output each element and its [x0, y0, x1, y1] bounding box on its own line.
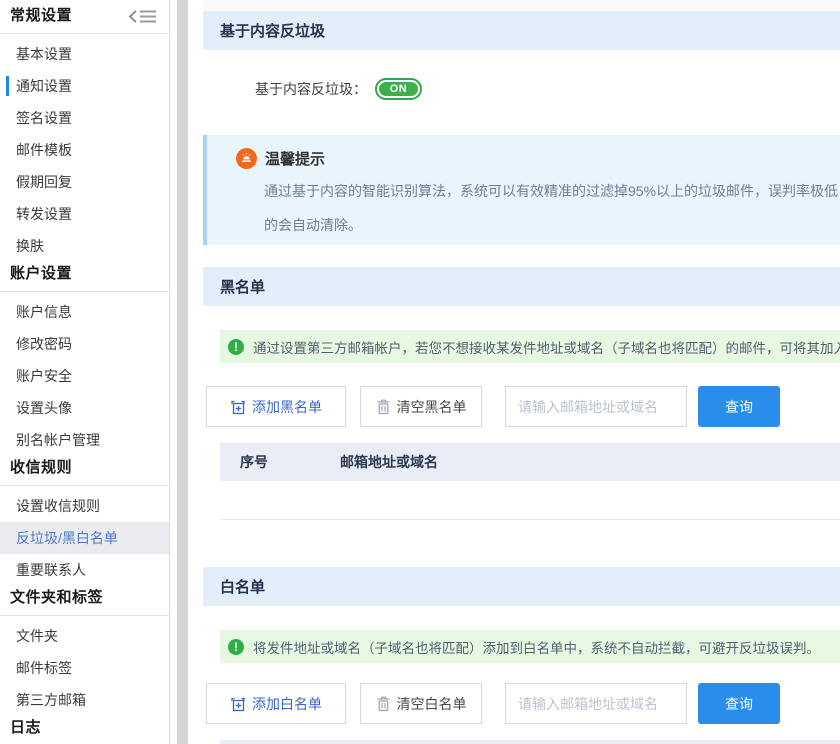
blacklist-search-input[interactable]: [505, 386, 687, 427]
sidebar-item-basic-settings[interactable]: 基本设置: [0, 38, 169, 70]
content-spam-toggle-label: 基于内容反垃圾：: [255, 79, 367, 99]
whitelist-title: 白名单: [220, 576, 265, 597]
section-title-account: 账户设置: [10, 262, 72, 286]
sidebar-item-alias-account[interactable]: 别名帐户管理: [0, 424, 169, 456]
content-spam-toggle[interactable]: ON: [375, 78, 422, 100]
trash-icon: [376, 696, 391, 712]
sidebar-section-general: 常规设置: [0, 4, 169, 28]
toggle-state-text: ON: [390, 83, 408, 95]
settings-sidebar: 常规设置 基本设置 通知设置 签名设置 邮件模板 假期回复 转发设置 换肤 账户…: [0, 0, 170, 744]
divider: [0, 291, 169, 292]
blue-indicator-bar: [6, 76, 9, 96]
add-blacklist-label: 添加黑名单: [252, 397, 322, 417]
blacklist-section-header: 黑名单: [203, 267, 840, 306]
add-whitelist-label: 添加白名单: [252, 694, 322, 714]
sidebar-section-folders-labels: 文件夹和标签: [0, 586, 169, 610]
blacklist-table-header: 序号 邮箱地址或域名: [220, 443, 840, 481]
blacklist-query-button[interactable]: 查询: [698, 386, 780, 427]
clear-blacklist-button[interactable]: 清空黑名单: [360, 386, 482, 427]
siren-icon: [240, 152, 253, 165]
blacklist-notice-text: 通过设置第三方邮箱帐户，若您不想接收某发件地址或域名（子域名也将匹配）的邮件，可…: [253, 337, 840, 357]
blacklist-notice: ! 通过设置第三方邮箱帐户，若您不想接收某发件地址或域名（子域名也将匹配）的邮件…: [220, 330, 840, 363]
warm-tip-header: 温馨提示: [236, 148, 325, 169]
whitelist-query-button[interactable]: 查询: [698, 683, 780, 724]
sidebar-collapse-icon[interactable]: [129, 9, 157, 24]
sidebar-item-notification-settings[interactable]: 通知设置: [0, 70, 169, 102]
whitelist-search-input[interactable]: [505, 683, 687, 724]
warm-tip-box: 温馨提示 通过基于内容的智能识别算法，系统可以有效精准的过滤掉95%以上的垃圾邮…: [203, 135, 840, 245]
sidebar-scrollbar[interactable]: [177, 0, 188, 744]
whitelist-notice-text: 将发件地址或域名（子域名也将匹配）添加到白名单中，系统不自动拦截，可避开反垃圾误…: [253, 637, 820, 657]
toggle-on-pill: ON: [379, 82, 418, 96]
sidebar-item-receive-rule-settings[interactable]: 设置收信规则: [0, 490, 169, 522]
add-whitelist-button[interactable]: 添加白名单: [206, 683, 346, 724]
sidebar-item-signature-settings[interactable]: 签名设置: [0, 102, 169, 134]
clear-blacklist-label: 清空黑名单: [397, 397, 467, 417]
sidebar-item-mail-template[interactable]: 邮件模板: [0, 134, 169, 166]
sidebar-item-mail-labels[interactable]: 邮件标签: [0, 652, 169, 684]
add-list-icon: [230, 399, 246, 415]
warm-tip-text-line1: 通过基于内容的智能识别算法，系统可以有效精准的过滤掉95%以上的垃圾邮件，误判率…: [264, 181, 840, 201]
sidebar-item-third-party-mailbox[interactable]: 第三方邮箱: [0, 684, 169, 716]
sidebar-item-folders[interactable]: 文件夹: [0, 620, 169, 652]
clear-whitelist-button[interactable]: 清空白名单: [360, 683, 482, 724]
clear-whitelist-label: 清空白名单: [397, 694, 467, 714]
sidebar-section-receive-rules: 收信规则: [0, 456, 169, 480]
sidebar-item-skin[interactable]: 换肤: [0, 230, 169, 262]
section-title-receive-rules: 收信规则: [10, 456, 72, 480]
divider: [0, 485, 169, 486]
sidebar-item-account-info[interactable]: 账户信息: [0, 296, 169, 328]
section-title-general: 常规设置: [10, 4, 72, 28]
sidebar-item-avatar-settings[interactable]: 设置头像: [0, 392, 169, 424]
sidebar-item-account-security[interactable]: 账户安全: [0, 360, 169, 392]
warm-tip-title: 温馨提示: [265, 148, 325, 169]
section-title-log: 日志: [10, 716, 41, 740]
whitelist-controls: 添加白名单 清空白名单 查询: [206, 683, 840, 724]
divider: [0, 33, 169, 34]
sidebar-item-important-contacts[interactable]: 重要联系人: [0, 554, 169, 586]
whitelist-notice: ! 将发件地址或域名（子域名也将匹配）添加到白名单中，系统不自动拦截，可避开反垃…: [220, 630, 840, 663]
alarm-tip-icon: [236, 148, 257, 169]
sidebar-item-antispam-blackwhite[interactable]: 反垃圾/黑白名单: [0, 522, 169, 554]
content-top-strip: [203, 0, 840, 11]
content-spam-title: 基于内容反垃圾: [220, 20, 325, 41]
divider: [0, 615, 169, 616]
sidebar-section-account: 账户设置: [0, 262, 169, 286]
add-blacklist-button[interactable]: 添加黑名单: [206, 386, 346, 427]
warm-tip-text-line2: 的会自动清除。: [264, 215, 362, 235]
settings-page: 常规设置 基本设置 通知设置 签名设置 邮件模板 假期回复 转发设置 换肤 账户…: [0, 0, 840, 744]
column-header-address: 邮箱地址或域名: [340, 452, 438, 472]
content-spam-toggle-row: 基于内容反垃圾： ON: [255, 78, 422, 100]
settings-content: 基于内容反垃圾 基于内容反垃圾： ON: [203, 0, 840, 744]
sidebar-section-log: 日志: [0, 716, 169, 740]
sidebar-item-forward-settings[interactable]: 转发设置: [0, 198, 169, 230]
blacklist-title: 黑名单: [220, 276, 265, 297]
content-spam-section-header: 基于内容反垃圾: [203, 11, 840, 50]
sidebar-item-vacation-reply[interactable]: 假期回复: [0, 166, 169, 198]
sidebar-item-label: 通知设置: [16, 78, 72, 94]
info-exclamation-icon: !: [228, 339, 244, 355]
trash-icon: [376, 399, 391, 415]
whitelist-section-header: 白名单: [203, 567, 840, 606]
column-header-index: 序号: [220, 452, 340, 472]
info-exclamation-icon: !: [228, 639, 244, 655]
blacklist-controls: 添加黑名单 清空黑名单 查询: [206, 386, 840, 427]
blacklist-table-empty-row: [220, 481, 840, 520]
collapse-menu-icon: [129, 9, 157, 24]
section-title-folders-labels: 文件夹和标签: [10, 586, 103, 610]
whitelist-table-header-partial: [220, 740, 840, 744]
sidebar-item-change-password[interactable]: 修改密码: [0, 328, 169, 360]
add-list-icon: [230, 696, 246, 712]
blacklist-table: 序号 邮箱地址或域名: [220, 443, 840, 520]
